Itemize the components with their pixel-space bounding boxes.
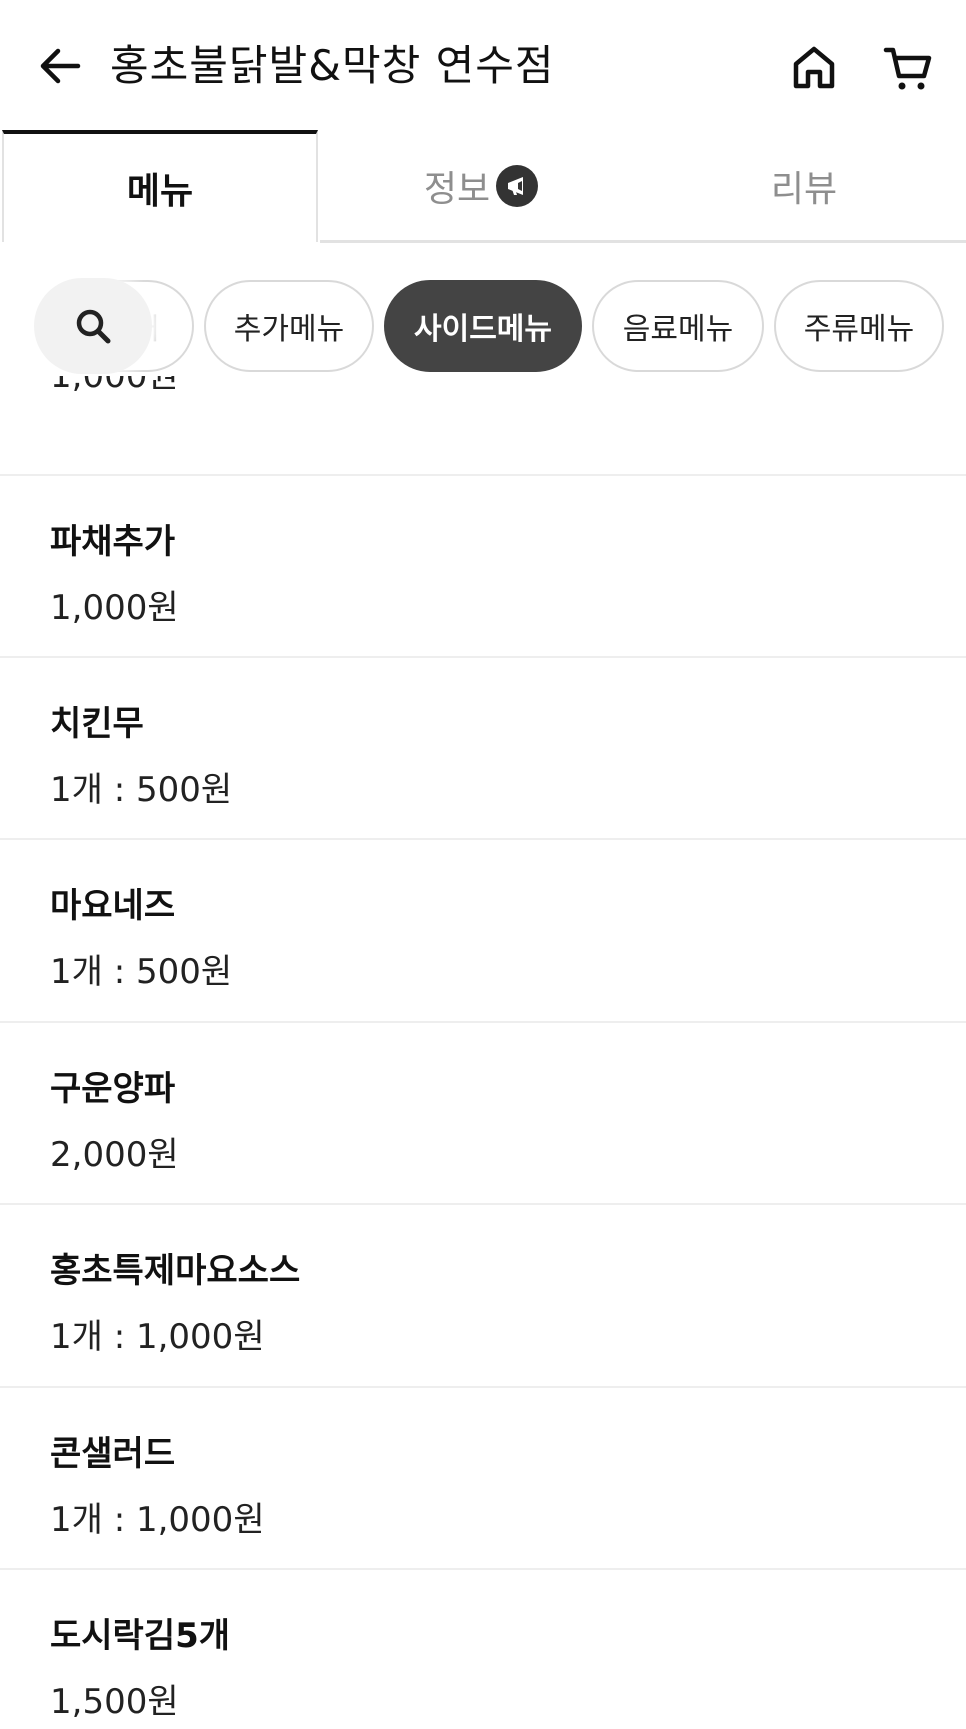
search-icon xyxy=(76,309,111,344)
tab-menu[interactable]: 메뉴 xyxy=(2,130,318,242)
app-screen: 홍초불닭발&막창 연수점 메뉴 정보 리뷰 ㅓ 추가메뉴 사이드메뉴 음료메뉴 … xyxy=(0,0,966,1729)
menu-list: 1,000원 파채추가 1,000원 치킨무 1개 : 500원 마요네즈 1개… xyxy=(0,376,966,1729)
category-chip-side-menu[interactable]: 사이드메뉴 xyxy=(384,280,582,372)
category-chip-drink-menu[interactable]: 음료메뉴 xyxy=(592,280,764,372)
back-button[interactable] xyxy=(30,36,90,96)
menu-item[interactable]: 콘샐러드 1개 : 1,000원 xyxy=(0,1388,966,1568)
menu-item-price: 1개 : 500원 xyxy=(50,770,233,810)
tab-menu-label: 메뉴 xyxy=(126,171,194,212)
tab-review[interactable]: 리뷰 xyxy=(642,130,966,242)
menu-item-name: 파채추가 xyxy=(50,522,176,562)
menu-item-name: 마요네즈 xyxy=(50,886,176,926)
menu-item[interactable]: 파채추가 1,000원 xyxy=(0,476,966,656)
menu-item-name: 구운양파 xyxy=(50,1069,176,1109)
menu-item-name: 도시락김5개 xyxy=(50,1616,231,1656)
partial-item-price: 1,000원 xyxy=(50,376,179,396)
menu-search-button[interactable] xyxy=(34,278,152,374)
cart-button[interactable] xyxy=(876,36,940,100)
menu-item-name: 치킨무 xyxy=(50,704,144,744)
tab-bar: 메뉴 정보 리뷰 xyxy=(0,130,966,243)
tab-info-label: 정보 xyxy=(423,169,491,210)
menu-item[interactable]: 구운양파 2,000원 xyxy=(0,1023,966,1203)
category-chips: ㅓ 추가메뉴 사이드메뉴 음료메뉴 주류메뉴 xyxy=(0,272,966,376)
menu-item-price: 1개 : 1,000원 xyxy=(50,1317,265,1357)
menu-item[interactable]: 마요네즈 1개 : 500원 xyxy=(0,840,966,1020)
header: 홍초불닭발&막창 연수점 xyxy=(0,0,966,132)
menu-item-price: 1,500원 xyxy=(50,1682,179,1722)
menu-item-price: 1개 : 1,000원 xyxy=(50,1500,265,1540)
home-button[interactable] xyxy=(782,36,846,100)
tab-review-label: 리뷰 xyxy=(770,169,838,210)
menu-item[interactable]: 홍초특제마요소스 1개 : 1,000원 xyxy=(0,1205,966,1385)
cart-icon xyxy=(883,47,932,90)
menu-item-name: 콘샐러드 xyxy=(50,1434,176,1474)
tab-info[interactable]: 정보 xyxy=(320,130,642,242)
megaphone-icon xyxy=(496,165,539,207)
page-title: 홍초불닭발&막창 연수점 xyxy=(110,41,555,90)
menu-item-price: 2,000원 xyxy=(50,1135,179,1175)
category-chip-liquor-menu[interactable]: 주류메뉴 xyxy=(774,280,944,372)
menu-item[interactable]: 치킨무 1개 : 500원 xyxy=(0,658,966,838)
menu-item-price: 1,000원 xyxy=(50,588,179,628)
category-chip-extra-menu[interactable]: 추가메뉴 xyxy=(204,280,374,372)
arrow-left-icon xyxy=(40,48,81,84)
menu-item-name: 홍초특제마요소스 xyxy=(50,1251,301,1291)
menu-item[interactable]: 도시락김5개 1,500원 xyxy=(0,1570,966,1729)
home-icon xyxy=(793,46,835,89)
menu-item-price: 1개 : 500원 xyxy=(50,952,233,992)
